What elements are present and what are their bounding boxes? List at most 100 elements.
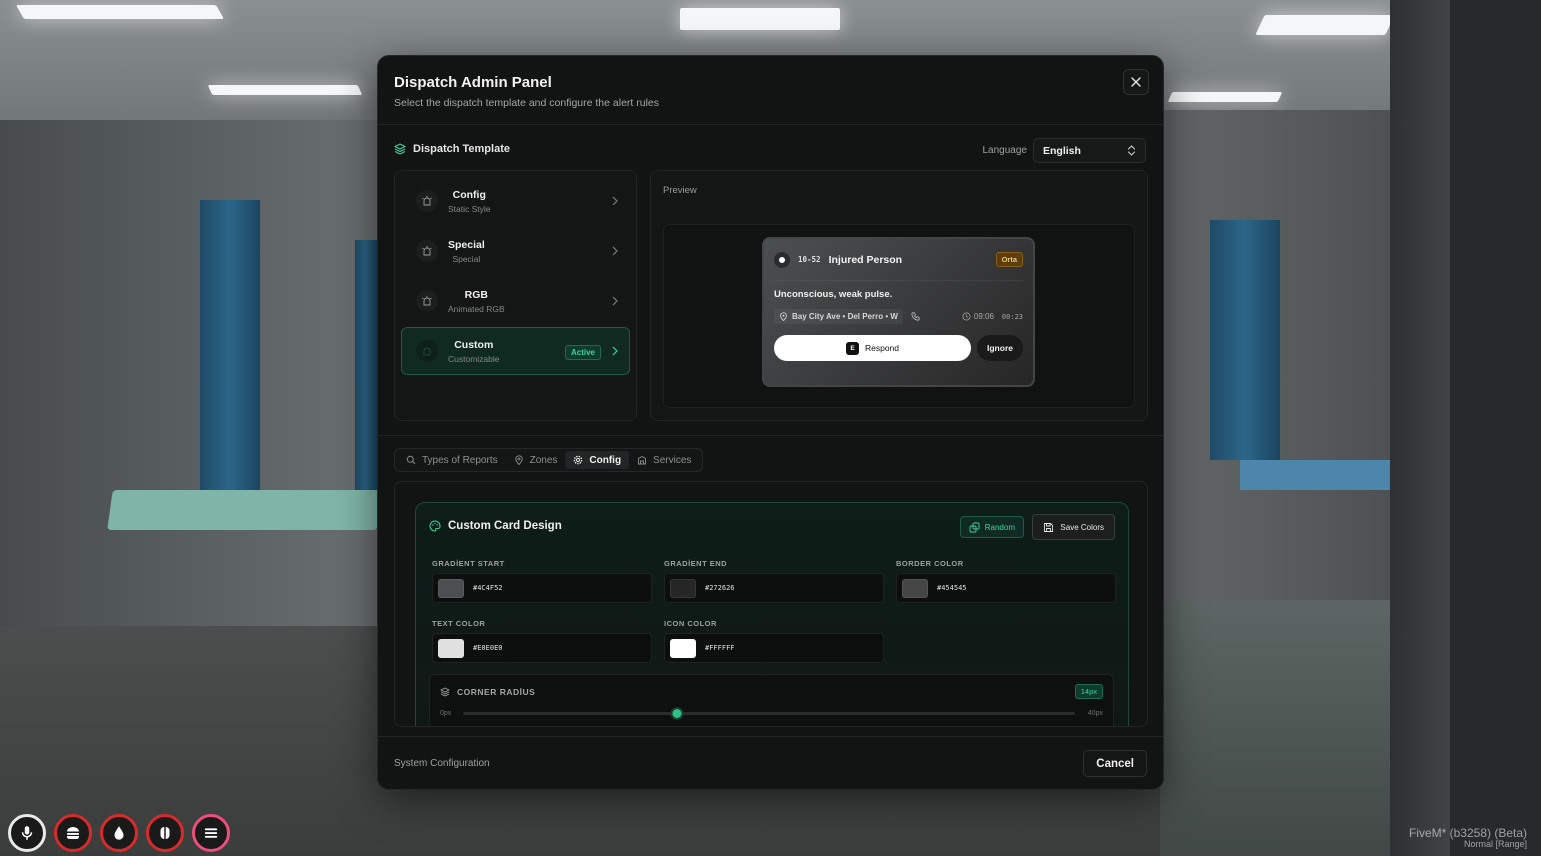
field-label: GRADİENT END [664,559,728,568]
menu-icon [192,814,230,852]
preview-canvas: 10-52 Injured Person Orta Unconscious, w… [663,224,1135,408]
tab-services[interactable]: Services [629,451,699,469]
close-button[interactable] [1123,69,1149,95]
custom-card-design: Custom Card Design Random Save Colors GR… [415,502,1129,726]
tab-label: Zones [529,454,558,466]
tab-zones[interactable]: Zones [506,451,566,469]
search-icon [406,455,416,465]
dispatch-description: Unconscious, weak pulse. [774,289,893,300]
color-swatch[interactable] [438,578,464,598]
color-swatch[interactable] [438,638,464,658]
tab-label: Types of Reports [422,454,498,466]
watermark: FiveM* (b3258) (Beta) Normal [Range] [1408,826,1527,849]
close-icon [1131,77,1141,87]
color-input[interactable]: #272626 [664,573,884,603]
language-value: English [1043,144,1081,157]
random-label: Random [984,522,1015,532]
palette-icon [429,520,441,532]
color-swatch[interactable] [902,578,928,598]
priority-badge: Orta [995,252,1023,267]
status-dot-icon [774,251,790,268]
template-name: RGB [464,288,489,301]
language-select[interactable]: English [1033,138,1146,163]
shuffle-icon [969,522,980,532]
template-item-special[interactable]: Special Special [401,227,630,275]
field-label: GRADİENT START [432,559,505,568]
template-item-custom[interactable]: Custom Customizable Active [401,327,630,375]
panel-title: Dispatch Admin Panel [394,74,552,91]
active-badge: Active [564,345,601,360]
corner-radius-label: CORNER RADİUS [457,687,536,697]
design-heading: Custom Card Design [429,520,562,532]
color-swatch[interactable] [670,638,696,658]
dispatch-timer: 00:23 [1001,312,1023,321]
gradient-start-field: GRADİENT START #4C4F52 [432,559,652,603]
corner-radius-control: CORNER RADİUS 14px 0px 40px [429,674,1114,726]
chevron-right-icon [612,346,618,356]
key-hint: E [845,341,859,355]
color-input[interactable]: #FFFFFF [664,633,884,663]
dispatch-card-preview: 10-52 Injured Person Orta Unconscious, w… [762,237,1035,387]
phone-icon [911,312,920,321]
config-tabs: Types of Reports Zones Config Services [394,448,704,472]
design-title: Custom Card Design [448,520,562,532]
player-hud [8,814,230,852]
template-item-rgb[interactable]: RGB Animated RGB [401,277,630,325]
color-value: #272626 [705,584,735,592]
map-pin-icon [514,455,523,465]
tab-label: Config [589,454,622,466]
color-input[interactable]: #E0E0E0 [432,633,652,663]
brain-icon [146,814,184,852]
location-chip: Bay City Ave • Del Perro • W [774,309,903,324]
color-input[interactable]: #4C4F52 [432,573,652,603]
burger-icon [54,814,92,852]
language-control: Language English [983,138,1146,163]
color-value: #454545 [937,584,967,592]
template-name: Config [452,188,486,201]
dispatch-admin-panel: Dispatch Admin Panel Select the dispatch… [377,55,1164,790]
layers-icon [440,687,450,697]
siren-icon [416,240,438,262]
corner-radius-heading: CORNER RADİUS [440,687,535,697]
siren-icon [416,290,438,312]
field-label: TEXT COLOR [432,619,486,628]
template-section-label: Dispatch Template [413,143,510,155]
color-value: #4C4F52 [473,584,503,592]
chevron-right-icon [612,196,618,206]
corner-radius-value: 14px [1074,684,1103,699]
footer-text: System Configuration [394,758,490,769]
template-desc: Customizable [448,353,500,364]
respond-label: Respond [864,343,900,353]
chevron-right-icon [612,246,618,256]
template-desc: Animated RGB [448,303,505,314]
siren-icon [416,340,438,362]
slider-thumb[interactable] [670,707,684,720]
tab-config[interactable]: Config [565,451,630,469]
preview-label: Preview [663,185,697,196]
template-name: Special [448,238,485,251]
icon-color-field: ICON COLOR #FFFFFF [664,619,884,663]
tab-types-of-reports[interactable]: Types of Reports [398,451,506,469]
dispatch-code: 10-52 [798,255,821,264]
siren-icon [416,190,438,212]
chevron-right-icon [612,296,618,306]
dispatch-time: 09:06 [973,312,994,321]
save-colors-button[interactable]: Save Colors [1032,514,1115,540]
random-button[interactable]: Random [959,516,1024,538]
water-drop-icon [100,814,138,852]
color-input[interactable]: #454545 [896,573,1116,603]
color-swatch[interactable] [670,578,696,598]
field-label: ICON COLOR [664,619,717,628]
cancel-button[interactable]: Cancel [1083,750,1147,777]
layers-icon [394,143,406,155]
config-scroll-area[interactable]: Custom Card Design Random Save Colors GR… [394,481,1148,727]
respond-button[interactable]: E Respond [774,335,971,361]
ignore-button[interactable]: Ignore [977,335,1023,361]
border-color-field: BORDER COLOR #454545 [896,559,1116,603]
template-list: Config Static Style Special Special RGB Ani… [394,170,637,421]
template-item-config[interactable]: Config Static Style [401,177,630,225]
template-section-heading: Dispatch Template [394,143,510,155]
gradient-end-field: GRADİENT END #272626 [664,559,884,603]
corner-radius-slider[interactable] [463,707,1075,720]
text-color-field: TEXT COLOR #E0E0E0 [432,619,652,663]
